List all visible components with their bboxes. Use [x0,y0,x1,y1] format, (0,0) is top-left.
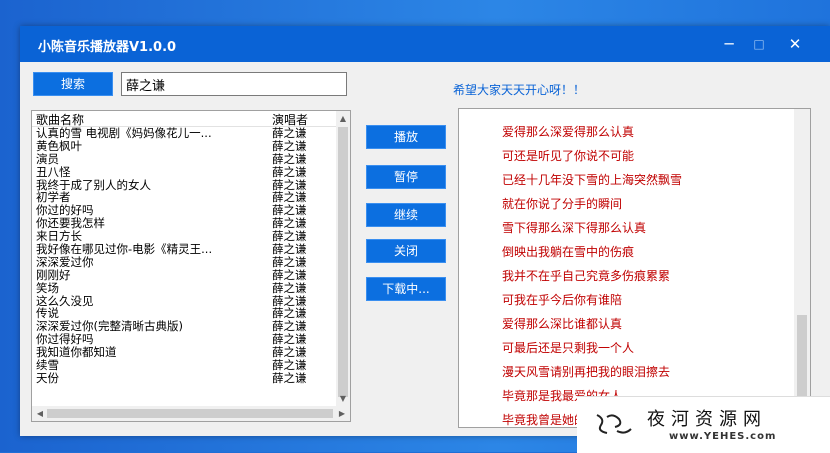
table-row[interactable]: 笑场 薛之谦 [32,280,338,295]
maximize-button[interactable]: □ [744,32,774,56]
search-button[interactable]: 搜索 [33,72,113,96]
song-name: 刚刚好 [36,268,71,282]
lyric-line: 已经十几年没下雪的上海突然飘雪 [502,173,683,187]
song-name: 天份 [36,371,59,385]
title-bar[interactable]: 小陈音乐播放器V1.0.0 ─ □ ✕ [20,26,830,62]
table-row[interactable]: 天份 薛之谦 [32,372,338,385]
lyrics-panel[interactable]: 毕竟我曾是她的男人 毕竟那是我最爱的女人 漫天风雪请别再把我的眼泪擦去 可最后还是只剩… [458,108,811,428]
pause-button[interactable]: 暂停 [366,165,446,189]
table-row[interactable]: 丑八怪 薛之谦 [32,164,338,179]
play-button[interactable]: 播放 [366,125,446,149]
table-row[interactable]: 演员 薛之谦 [32,151,338,166]
song-name: 你过得好吗 [36,333,94,347]
song-list[interactable]: 歌曲名称 演唱者 认真的雪 电视剧《妈妈像花儿一... 薛之谦 黄色枫叶 薛之谦 演员薛… [31,110,351,422]
song-artist: 薛之谦 [272,267,307,282]
song-list-header: 歌曲名称 演唱者 [32,111,338,127]
watermark: 夜河资源网 www.YEHES.com [577,396,830,453]
table-row[interactable]: 黄色枫叶 薛之谦 [32,138,338,153]
song-name: 传说 [36,307,59,321]
watermark-title: 夜河资源网 [647,409,767,430]
lyrics-scrollbar[interactable] [794,109,810,427]
song-artist: 薛之谦 [272,164,307,179]
song-artist: 薛之谦 [272,254,307,269]
scroll-right-arrow-icon[interactable]: ▶ [335,407,349,421]
song-artist: 薛之谦 [272,151,307,166]
song-list-vertical-thumb[interactable] [338,127,348,397]
song-name: 这么久没见 [36,294,94,308]
minimize-button[interactable]: ─ [714,32,744,56]
song-name: 笑场 [36,281,59,295]
song-name: 续雪 [36,359,59,372]
scroll-left-arrow-icon[interactable]: ◀ [33,407,47,421]
song-artist: 薛之谦 [272,358,307,373]
song-artist: 薛之谦 [272,126,307,140]
lyric-line: 漫天风雪请别再把我的眼泪擦去 [502,365,671,379]
song-name: 演员 [36,152,59,166]
table-row[interactable]: 续雪 薛之谦 [32,359,338,372]
song-name: 认真的雪 电视剧《妈妈像花儿一... [36,127,212,140]
song-artist: 薛之谦 [272,242,307,257]
table-row[interactable]: 刚刚好 薛之谦 [32,267,338,282]
notice-text: 希望大家天天开心呀！！ [453,83,586,97]
song-name: 我好像在哪见过你-电影《精灵王... [36,243,213,256]
window-title: 小陈音乐播放器V1.0.0 [38,40,177,55]
lyric-line: 可最后还是只剩我一个人 [502,341,635,355]
song-list-horizontal-thumb[interactable] [47,409,333,418]
song-name: 你还要我怎样 [36,217,105,231]
column-header-song-name[interactable]: 歌曲名称 [36,111,84,128]
song-artist: 薛之谦 [272,138,307,153]
table-row[interactable]: 我好像在哪见过你-电影《精灵王... 薛之谦 [32,243,338,256]
player-window: 小陈音乐播放器V1.0.0 ─ □ ✕ 搜索 歌曲名称 演唱者 认真的雪 电视剧… [20,26,830,436]
download-button[interactable]: 下载中... [366,277,446,301]
lyric-line: 我并不在乎自己究竟多伤痕累累 [502,269,671,283]
scroll-down-arrow-icon[interactable]: ▼ [336,392,350,406]
song-name: 黄色枫叶 [36,139,82,153]
scroll-up-arrow-icon[interactable]: ▲ [336,112,350,126]
song-artist: 薛之谦 [272,370,307,385]
song-name: 深深爱过你 [36,255,94,269]
lyric-line: 就在你说了分手的瞬间 [502,197,623,211]
close-window-button[interactable]: ✕ [780,32,810,56]
lyric-line: 爱得那么深爱得那么认真 [502,125,635,139]
close-button[interactable]: 关闭 [366,239,446,263]
song-name: 我知道你都知道 [36,346,117,360]
lyric-line: 可还是听见了你说不可能 [502,149,635,163]
song-name: 来日方长 [36,230,82,244]
song-name: 深深爱过你(完整清晰古典版) [36,320,183,334]
song-artist: 薛之谦 [272,280,307,295]
lyric-line: 可我在乎今后你有谁陪 [502,293,623,307]
song-name: 初学者 [36,191,71,205]
song-name: 丑八怪 [36,165,71,179]
lyric-line: 爱得那么深比谁都认真 [502,317,623,331]
table-row[interactable]: 认真的雪 电视剧《妈妈像花儿一... 薛之谦 [32,127,338,140]
resume-button[interactable]: 继续 [366,203,446,227]
lyric-line: 雪下得那么深下得那么认真 [502,221,647,235]
ornament-icon [593,409,633,439]
table-row[interactable]: 深深爱过你 薛之谦 [32,256,338,269]
lyric-line: 倒映出我躺在雪中的伤痕 [502,245,635,259]
song-name: 我终于成了别人的女人 [36,178,151,192]
search-input[interactable] [121,72,347,96]
song-rows: 认真的雪 电视剧《妈妈像花儿一... 薛之谦 黄色枫叶 薛之谦 演员 薛之谦 丑八怪 薛之谦我… [32,127,338,385]
song-list-vertical-scrollbar[interactable]: ▲ ▼ [336,111,350,407]
song-list-horizontal-scrollbar[interactable]: ◀ ▶ [32,406,350,421]
watermark-url: www.YEHES.com [669,431,777,442]
song-name: 你过的好吗 [36,204,94,218]
